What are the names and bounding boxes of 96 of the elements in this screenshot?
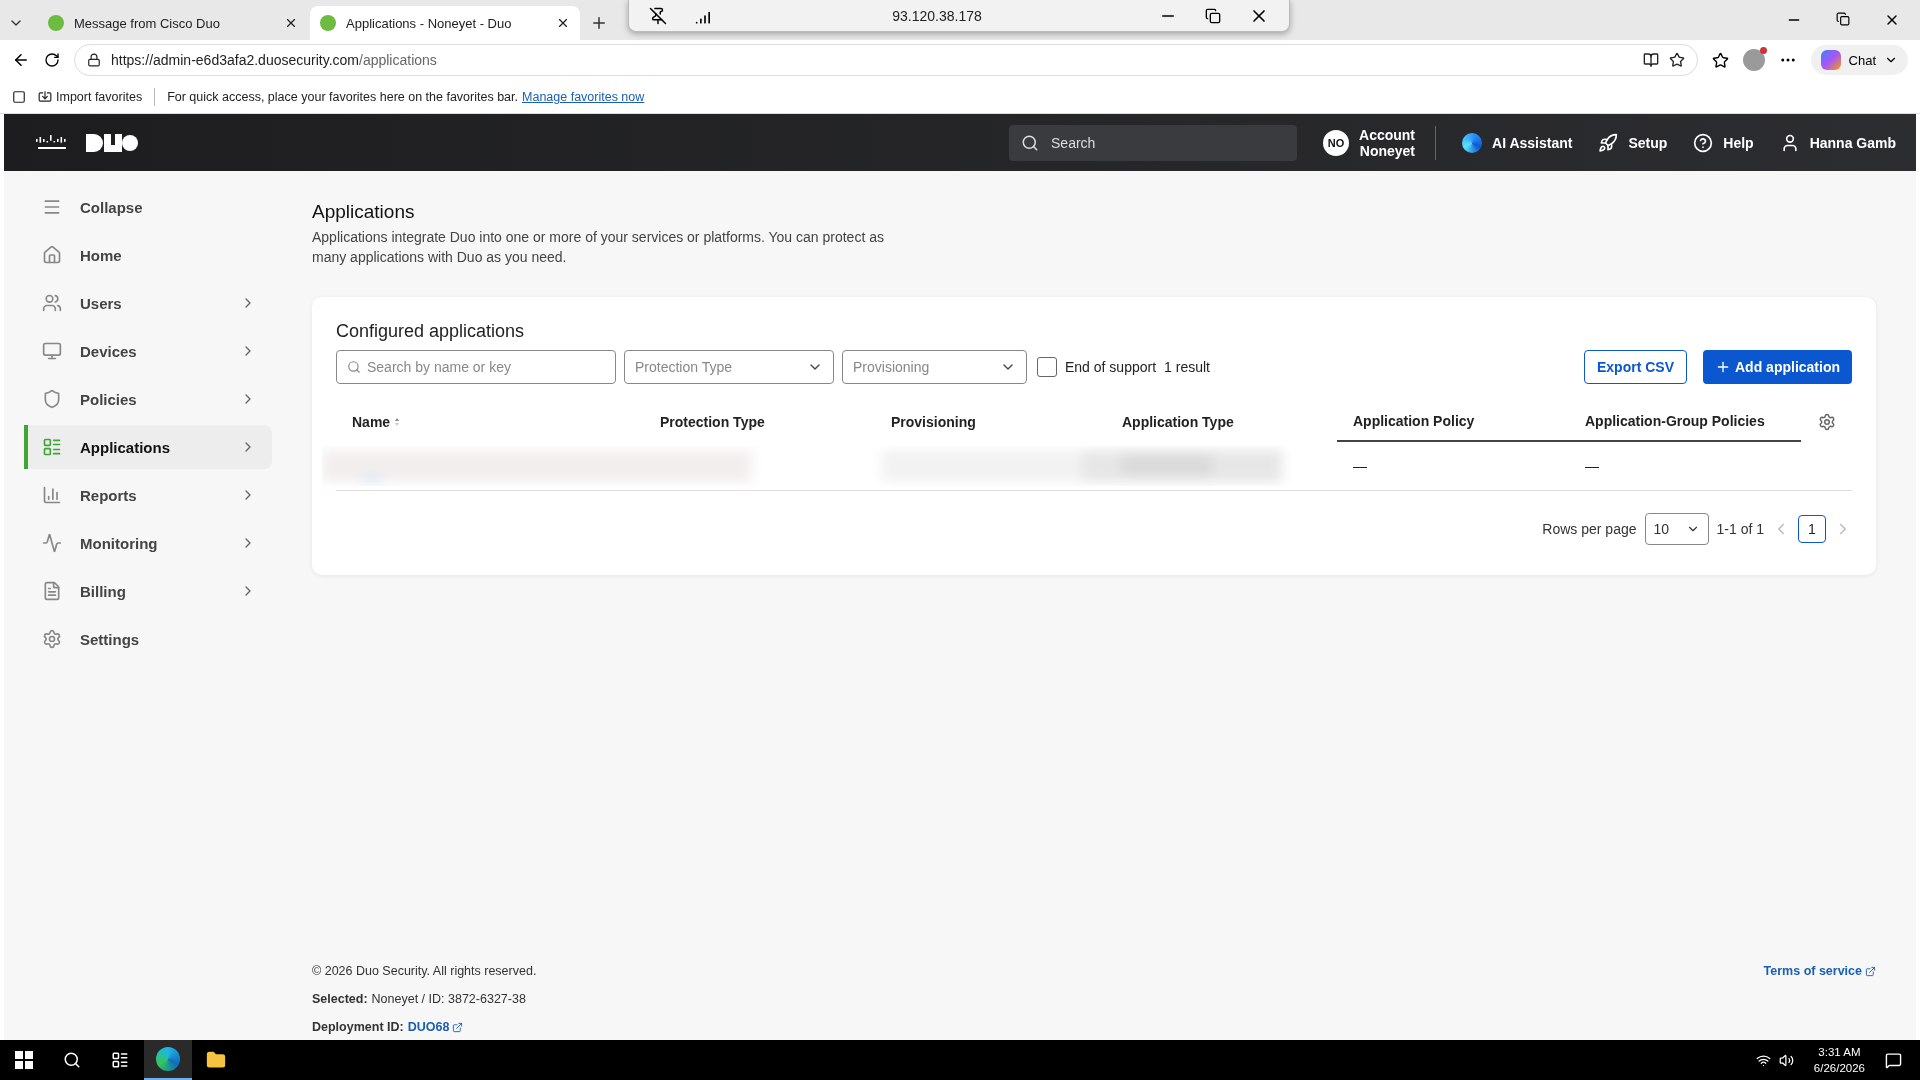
import-icon bbox=[38, 89, 52, 104]
star-icon[interactable] bbox=[1668, 52, 1685, 68]
network-icon[interactable] bbox=[1755, 1052, 1771, 1068]
sidebar-item[interactable]: Reports bbox=[24, 473, 272, 517]
search-icon bbox=[1021, 133, 1039, 152]
monitor-icon bbox=[42, 341, 62, 361]
folder-icon bbox=[206, 1050, 226, 1070]
page-button[interactable]: 1 bbox=[1798, 515, 1826, 543]
column-header: Application Type bbox=[1121, 413, 1235, 432]
card-title: Configured applications bbox=[336, 321, 526, 342]
remote-address: 93.120.38.178 bbox=[891, 7, 983, 24]
task-view-icon bbox=[111, 1051, 129, 1069]
table-cell-text: — bbox=[1352, 458, 1368, 474]
sort-icon bbox=[394, 417, 401, 427]
deployment-link[interactable]: DUO68 bbox=[407, 1020, 464, 1034]
refresh-icon[interactable] bbox=[44, 52, 60, 68]
import-favorites-button[interactable]: Import favorites bbox=[38, 89, 143, 104]
favorites-hint: For quick access, place your favorites here on the favorites bar. bbox=[167, 89, 518, 104]
user-menu-button[interactable]: Hanna Gamb bbox=[1753, 132, 1896, 153]
help-icon bbox=[1693, 132, 1714, 153]
chat-button[interactable]: Chat bbox=[1810, 45, 1908, 75]
table-cell-text: — bbox=[1584, 458, 1600, 474]
favicon-icon bbox=[320, 15, 336, 31]
lock-icon bbox=[87, 53, 101, 67]
copyright: © 2026 Duo Security. All rights reserved. bbox=[312, 964, 537, 978]
volume-icon[interactable] bbox=[1778, 1052, 1794, 1068]
checkbox-label: End of support bbox=[1065, 359, 1157, 375]
selected-value: Noneyet / ID: 3872-6327-38 bbox=[371, 992, 526, 1006]
selected-label: Selected: bbox=[312, 992, 368, 1006]
external-link-icon bbox=[1865, 965, 1876, 977]
home-icon bbox=[42, 245, 62, 265]
filter-dropdown[interactable]: Provisioning bbox=[842, 350, 1027, 384]
search-field[interactable]: Search bbox=[1009, 124, 1297, 161]
reader-icon[interactable] bbox=[1642, 52, 1659, 68]
result-count: 1 result bbox=[1164, 359, 1210, 375]
restore-icon[interactable] bbox=[1836, 12, 1850, 26]
favicon-icon bbox=[48, 15, 64, 31]
page-description: Applications integrate Duo into one or more of your services or platforms. You can protect as many applications with Duo as you need. bbox=[312, 228, 885, 267]
profile-icon[interactable] bbox=[1742, 49, 1765, 71]
unpin-icon[interactable] bbox=[649, 6, 667, 25]
plus-icon bbox=[1715, 359, 1731, 375]
notifications-icon[interactable] bbox=[1885, 1051, 1902, 1069]
back-icon[interactable] bbox=[12, 51, 30, 69]
shield-icon bbox=[42, 389, 62, 409]
sidebar-item[interactable]: Users bbox=[24, 281, 272, 325]
browser-tab[interactable]: Message from Cisco Duo bbox=[38, 6, 308, 40]
menu-icon bbox=[42, 197, 62, 217]
activity-icon bbox=[42, 533, 62, 553]
account-badge: NO bbox=[1323, 129, 1349, 156]
column-header: Application-Group Policies bbox=[1569, 402, 1801, 442]
rows-per-page-label: Rows per page bbox=[1542, 521, 1637, 537]
search-icon bbox=[63, 1051, 81, 1069]
page-range: 1-1 of 1 bbox=[1716, 521, 1764, 537]
users-icon bbox=[42, 293, 62, 313]
sidebar-item[interactable]: Applications bbox=[24, 425, 272, 469]
sidebar-item[interactable]: Policies bbox=[24, 377, 272, 421]
filter-dropdown[interactable]: Protection Type bbox=[624, 350, 834, 384]
chart-icon bbox=[42, 485, 62, 505]
search-field[interactable]: Search by name or key bbox=[336, 350, 616, 384]
browser-tab[interactable]: Applications - Noneyet - Duo bbox=[310, 6, 580, 40]
terms-link[interactable]: Terms of service bbox=[1763, 964, 1876, 978]
sidebar-item[interactable]: Settings bbox=[24, 617, 272, 661]
list-icon bbox=[42, 437, 62, 457]
restore-icon[interactable] bbox=[1205, 7, 1221, 24]
sidebar-item[interactable]: Billing bbox=[24, 569, 272, 613]
external-link-icon bbox=[452, 1021, 464, 1033]
close-icon[interactable] bbox=[284, 16, 298, 30]
column-header: Provisioning bbox=[890, 413, 977, 432]
add-application-button[interactable]: Add application bbox=[1703, 350, 1852, 384]
windows-icon bbox=[15, 1051, 33, 1069]
checkbox[interactable] bbox=[1037, 357, 1057, 377]
page-title: Applications bbox=[312, 201, 416, 223]
help-button[interactable]: Help bbox=[1667, 132, 1754, 153]
clock[interactable]: 3:31 AM 6/26/2026 bbox=[1813, 1044, 1865, 1076]
document-icon bbox=[42, 581, 62, 601]
manage-favorites-link[interactable]: Manage favorites now bbox=[522, 89, 645, 104]
favorites-icon[interactable] bbox=[1711, 51, 1729, 69]
deployment-label: Deployment ID: bbox=[312, 1020, 404, 1034]
ai-assistant-button[interactable]: AI Assistant bbox=[1436, 132, 1573, 153]
sidebar-item[interactable]: Home bbox=[24, 233, 272, 277]
rows-per-page-select[interactable]: 10 bbox=[1644, 513, 1709, 545]
sidebar-item[interactable]: Devices bbox=[24, 329, 272, 373]
setup-button[interactable]: Setup bbox=[1572, 132, 1668, 153]
browser-taskbar-button[interactable] bbox=[144, 1040, 192, 1080]
close-icon[interactable] bbox=[556, 16, 570, 30]
new-tab-icon[interactable] bbox=[590, 14, 608, 32]
column-header[interactable]: Name bbox=[336, 402, 644, 442]
column-header: Application Policy bbox=[1337, 402, 1569, 442]
settings-icon bbox=[42, 629, 62, 649]
sidebar-item[interactable]: Collapse bbox=[24, 185, 272, 229]
export-button[interactable]: Export CSV bbox=[1584, 350, 1687, 384]
account-button[interactable]: NO Account Noneyet bbox=[1297, 126, 1415, 159]
settings-icon[interactable] bbox=[1817, 413, 1836, 431]
column-header: Protection Type bbox=[659, 413, 766, 432]
sidebar-item[interactable]: Monitoring bbox=[24, 521, 272, 565]
rocket-icon bbox=[1598, 132, 1619, 153]
